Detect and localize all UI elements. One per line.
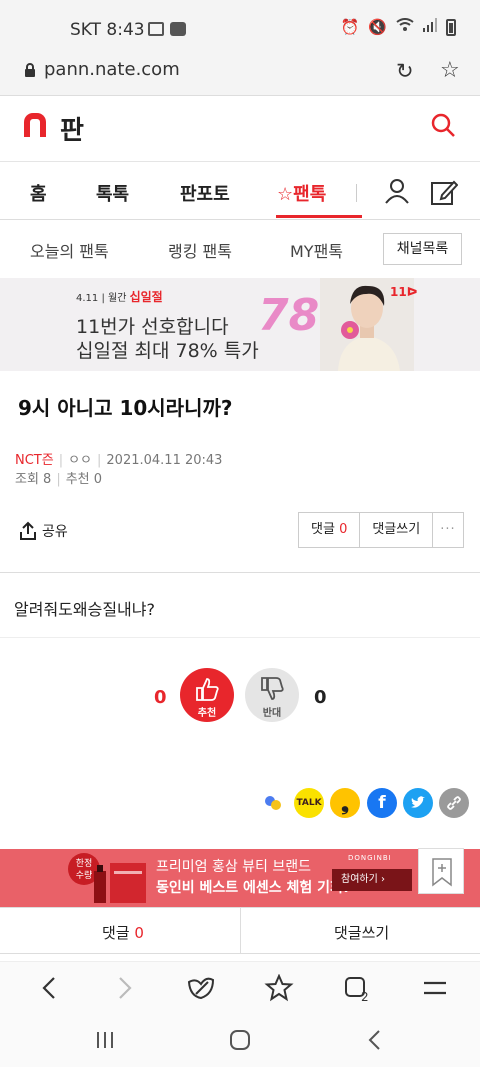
nate-logo[interactable]	[24, 113, 46, 137]
browser-toolbar: 2	[0, 961, 480, 1013]
nav-home[interactable]: 홈	[30, 180, 47, 206]
url-text[interactable]: pann.nate.com	[44, 59, 180, 80]
back-icon[interactable]	[36, 974, 66, 1002]
banner-line2: 십일절 최대 78% 특가	[76, 340, 259, 362]
divider	[0, 637, 480, 638]
image-notification-icon	[148, 22, 164, 36]
user-icon[interactable]	[384, 178, 410, 204]
nav-divider	[356, 184, 357, 202]
article-stats: 조회 8 | 추천 0	[15, 472, 103, 487]
write-icon[interactable]	[430, 178, 458, 206]
banner-date: 4.11 | 월간 십일절	[76, 290, 163, 304]
nav-fantalk[interactable]: ☆팬톡	[277, 180, 326, 206]
ad-banner[interactable]: 4.11 | 월간 십일절 11번가 선호합니다 십일절 최대 78% 특가 7…	[0, 278, 480, 371]
divider	[0, 572, 480, 573]
copy-link-icon[interactable]	[439, 788, 469, 818]
subnav-my[interactable]: MY팬톡	[290, 238, 343, 262]
comment-count-button[interactable]: 댓글 0	[299, 513, 361, 547]
view-count: 조회 8	[15, 472, 52, 487]
upvote-label: 추천	[197, 708, 217, 719]
twitter-icon[interactable]	[403, 788, 433, 818]
add-bookmark-icon[interactable]: ☆	[440, 58, 460, 83]
svg-text:2: 2	[361, 990, 369, 1002]
share-label: 공유	[42, 524, 68, 540]
kakao-channel-icon[interactable]: ❟	[330, 788, 360, 818]
banner-line1: 11번가 선호합니다	[76, 316, 229, 338]
menu-icon[interactable]	[420, 974, 450, 1002]
reload-icon[interactable]: ↻	[396, 59, 414, 83]
ad-line1: 프리미엄 홍삼 뷰티 브랜드	[156, 859, 312, 875]
product-image	[94, 863, 146, 903]
adblock-icon[interactable]	[186, 974, 216, 1002]
write-comment-button[interactable]: 댓글쓰기	[360, 513, 434, 547]
thumbs-up-icon	[196, 678, 219, 701]
main-nav: 홈 톡톡 판포토 ☆팬톡	[0, 162, 480, 220]
facebook-icon[interactable]: f	[367, 788, 397, 818]
article-author: ㅇㅇ	[68, 453, 93, 468]
bookmarks-icon[interactable]	[264, 974, 294, 1002]
bookmark-save-button[interactable]	[418, 848, 464, 894]
lock-icon	[25, 63, 35, 77]
browser-url-bar[interactable]: pann.nate.com ↻ ☆	[0, 50, 480, 96]
status-icons: ⏰ 🔇	[341, 18, 456, 36]
tab-write-comment[interactable]: 댓글쓰기	[334, 922, 389, 943]
recommend-count: 추천 0	[65, 472, 103, 487]
article-body: 알려줘도왜승질내냐?	[14, 600, 155, 619]
android-nav-bar	[0, 1013, 480, 1067]
subnav-ranking[interactable]: 랭킹 팬톡	[168, 238, 232, 262]
sub-nav: 오늘의 팬톡 랭킹 팬톡 MY팬톡 채널목록	[0, 220, 480, 278]
share-icon	[20, 521, 36, 540]
bottom-ad-banner[interactable]: 한정 수량 프리미엄 홍삼 뷰티 브랜드 동인비 베스트 에센스 체험 기회! …	[0, 849, 480, 907]
recent-apps-icon[interactable]	[94, 1029, 116, 1051]
battery-icon	[446, 18, 456, 36]
site-header: 판	[0, 96, 480, 162]
article-date: 2021.04.11 20:43	[106, 453, 223, 468]
status-time: SKT 8:43	[70, 20, 145, 40]
tabs-icon[interactable]: 2	[342, 974, 372, 1002]
mute-icon: 🔇	[368, 18, 387, 36]
tab-comments[interactable]: 댓글 0	[102, 922, 144, 943]
tab-divider	[240, 908, 241, 954]
forward-icon[interactable]	[110, 974, 140, 1002]
downvote-label: 반대	[262, 708, 282, 719]
comment-tabs: 댓글 0 댓글쓰기	[0, 907, 480, 954]
search-icon[interactable]	[430, 112, 456, 138]
kakaotalk-icon[interactable]: TALK	[294, 788, 324, 818]
signal-icon	[423, 18, 437, 36]
comment-buttons: 댓글 0 댓글쓰기 ···	[298, 512, 464, 548]
downvote-button[interactable]: 반대	[245, 668, 299, 722]
upvote-count: 0	[154, 687, 167, 708]
more-button[interactable]: ···	[433, 513, 462, 547]
upvote-button[interactable]: 추천	[180, 668, 234, 722]
android-back-icon[interactable]	[364, 1028, 386, 1052]
downvote-count: 0	[314, 687, 327, 708]
banner-brand-logo: 11ᐅ	[390, 285, 418, 299]
app-notification-icon	[170, 22, 186, 36]
wifi-icon	[396, 18, 414, 36]
article-meta: NCT즌 | ㅇㅇ | 2021.04.11 20:43	[15, 453, 223, 468]
alarm-icon: ⏰	[340, 18, 360, 36]
kakao-story-icon[interactable]	[258, 788, 288, 818]
article-title: 9시 아니고 10시라니까?	[18, 396, 233, 420]
ad-line2: 동인비 베스트 에센스 체험 기회!	[156, 880, 350, 896]
nav-active-indicator	[276, 215, 362, 218]
share-button[interactable]: 공유	[18, 521, 68, 541]
thumbs-down-icon	[261, 677, 284, 700]
home-icon[interactable]	[228, 1028, 252, 1052]
site-logo-text[interactable]: 판	[60, 110, 84, 147]
channel-list-button[interactable]: 채널목록	[383, 233, 462, 265]
ad-brand: DONGINBI	[348, 854, 392, 862]
article-category[interactable]: NCT즌	[15, 453, 54, 468]
nav-toktok[interactable]: 톡톡	[96, 180, 129, 206]
status-bar: SKT 8:43 ⏰ 🔇	[0, 0, 480, 50]
nav-photo[interactable]: 판포토	[180, 180, 230, 206]
ad-participate-button[interactable]: 참여하기 ›	[332, 869, 412, 891]
subnav-today[interactable]: 오늘의 팬톡	[30, 238, 109, 262]
